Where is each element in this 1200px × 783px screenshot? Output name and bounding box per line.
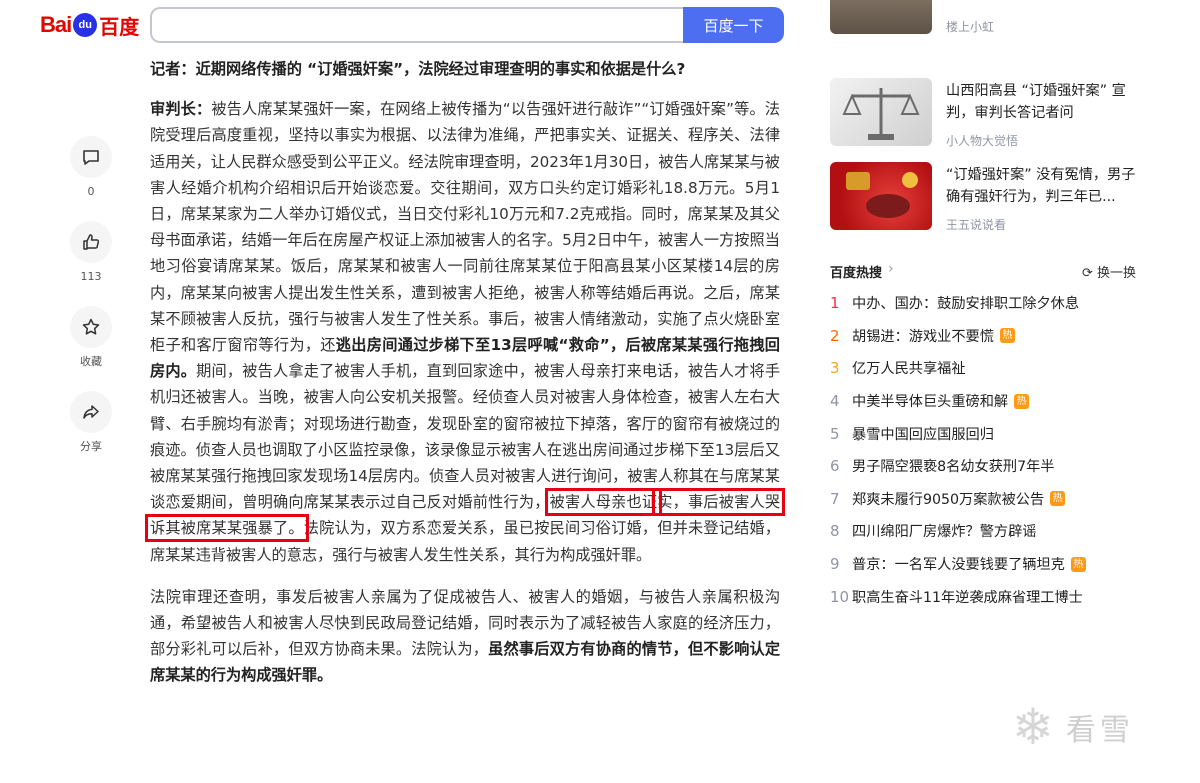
hot-search-item[interactable]: 3 亿万人民共享福祉 <box>830 352 1150 385</box>
hot-item-text: 普京：一名军人没要钱要了辆坦克 <box>852 557 1065 574</box>
hot-item-text: 男子隔空猥亵8名幼女获刑7年半 <box>852 459 1055 476</box>
related-item[interactable]: 山西阳高县 “订婚强奸案” 宣判，审判长答记者问 小人物大觉悟 <box>830 78 1140 148</box>
hot-search-header: 百度热搜 › ⟳ 换一换 <box>830 261 1136 281</box>
share-icon <box>70 391 112 433</box>
hot-rank: 4 <box>830 392 840 411</box>
thumbs-up-icon <box>70 221 112 263</box>
hot-rank: 8 <box>830 522 840 541</box>
paw-icon: du <box>73 13 98 37</box>
hot-item-text: 亿万人民共享福祉 <box>852 361 966 378</box>
favorite-label: 收藏 <box>80 355 102 368</box>
hot-rank: 7 <box>830 489 840 508</box>
hot-search-item[interactable]: 7 郑爽未履行9050万案款被公告热 <box>830 483 1150 516</box>
hot-item-text: 中美半导体巨头重磅和解 <box>852 394 1009 411</box>
refresh-button[interactable]: ⟳ 换一换 <box>1082 262 1136 281</box>
related-thumbnail <box>830 78 932 146</box>
hot-rank: 2 <box>830 326 840 345</box>
speaker-label: 审判长： <box>150 100 212 119</box>
hot-rank: 9 <box>830 555 840 574</box>
like-button[interactable]: 113 <box>68 221 114 284</box>
article-action-bar: 0 113 收藏 分享 <box>68 136 114 476</box>
like-count: 113 <box>80 270 102 283</box>
hot-rank: 1 <box>830 294 840 313</box>
favorite-button[interactable]: 收藏 <box>68 306 114 369</box>
refresh-icon: ⟳ <box>1081 266 1097 281</box>
hot-search-item[interactable]: 5 暴雪中国回应国服回归 <box>830 417 1150 450</box>
hot-badge: 热 <box>1050 491 1066 507</box>
hot-rank: 10 <box>830 587 850 606</box>
related-thumbnail <box>830 162 932 230</box>
hot-badge: 热 <box>999 328 1015 344</box>
related-thumbnail <box>830 0 932 34</box>
hot-rank: 5 <box>830 424 840 443</box>
search-box <box>150 7 684 43</box>
related-item[interactable]: “订婚强奸案” 没有冤情，男子确有强奸行为，判三年已... 王五说说看 <box>830 162 1140 232</box>
search-input[interactable] <box>152 9 684 41</box>
hot-search-title[interactable]: 百度热搜 <box>830 262 882 281</box>
hot-item-text: 胡锡进：游戏业不要慌 <box>852 328 994 345</box>
hot-rank: 6 <box>830 457 840 476</box>
chevron-right-icon[interactable]: › <box>888 261 894 277</box>
article-question: 记者：近期网络传播的 “订婚强奸案”，法院经过审理查明的事实和依据是什么? <box>150 60 686 78</box>
hot-search-item[interactable]: 10 职高生奋斗11年逆袭成麻省理工博士 <box>830 580 1150 613</box>
baidu-logo[interactable]: Bai du 百度 <box>40 10 139 40</box>
hot-search-item[interactable]: 8 四川绵阳厂房爆炸？警方辟谣 <box>830 515 1150 548</box>
comment-button[interactable]: 0 <box>68 136 114 199</box>
article-body: 记者：近期网络传播的 “订婚强奸案”，法院经过审理查明的事实和依据是什么? 审判… <box>144 56 786 705</box>
hot-search-item[interactable]: 6 男子隔空猥亵8名幼女获刑7年半 <box>830 450 1150 483</box>
star-icon <box>70 306 112 348</box>
kanxue-watermark: ❄ 看雪 <box>1012 698 1134 756</box>
hot-item-text: 职高生奋斗11年逆袭成麻省理工博士 <box>852 589 1083 606</box>
hot-rank: 3 <box>830 359 840 378</box>
share-button[interactable]: 分享 <box>68 391 114 454</box>
hot-search-item[interactable]: 4 中美半导体巨头重磅和解热 <box>830 385 1150 418</box>
article-paragraph-1: 审判长：被告人席某某强奸一案，在网络上被传播为“以告强奸进行敲诈”“订婚强奸案”… <box>144 100 786 564</box>
comment-count: 0 <box>87 185 95 198</box>
hot-badge: 热 <box>1070 556 1086 572</box>
hot-item-text: 中办、国办：鼓励安排职工除夕休息 <box>852 296 1080 313</box>
share-label: 分享 <box>80 440 102 453</box>
highlight-box-1: 被害人母亲也证 <box>544 488 663 517</box>
comment-icon <box>70 136 112 178</box>
article-paragraph-2: 法院审理还查明，事发后被害人亲属为了促成被告人、被害人的婚姻，与被告人亲属积极沟… <box>150 587 781 685</box>
hot-search-item[interactable]: 1 中办、国办：鼓励安排职工除夕休息 <box>830 287 1150 320</box>
hot-search-item[interactable]: 2 胡锡进：游戏业不要慌热 <box>830 320 1150 353</box>
snowflake-icon: ❄ <box>1012 698 1054 756</box>
hot-item-text: 郑爽未履行9050万案款被公告 <box>852 491 1045 508</box>
hot-item-text: 四川绵阳厂房爆炸？警方辟谣 <box>852 524 1037 541</box>
search-button[interactable]: 百度一下 <box>683 7 784 43</box>
hot-item-text: 暴雪中国回应国服回归 <box>852 426 994 443</box>
hot-search-item[interactable]: 9 普京：一名军人没要钱要了辆坦克热 <box>830 548 1150 581</box>
hot-search-list: 1 中办、国办：鼓励安排职工除夕休息 2 胡锡进：游戏业不要慌热 3 亿万人民共享福祉 4 中… <box>830 287 1150 613</box>
hot-badge: 热 <box>1014 393 1030 409</box>
related-item[interactable]: 楼上小虹 <box>830 0 1140 36</box>
